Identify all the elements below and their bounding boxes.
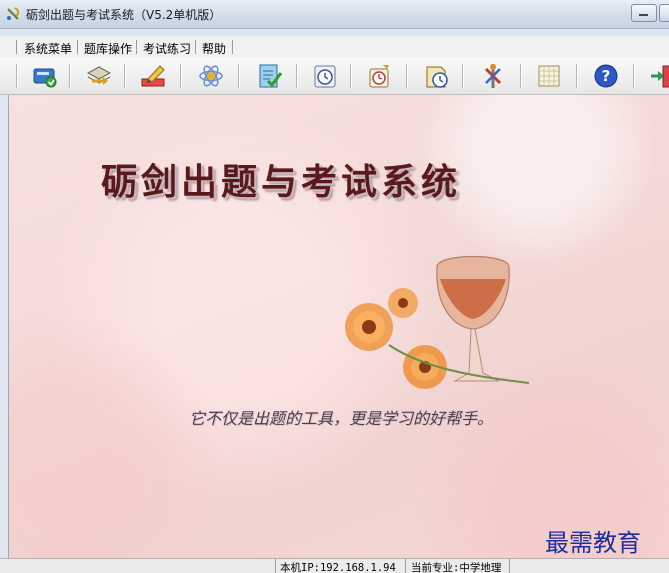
title-bar[interactable]: 砺剑出题与考试系统（V5.2单机版） [0, 0, 669, 29]
status-divider [275, 559, 276, 573]
menu-bar: 系统菜单 题库操作 考试练习 帮助 [0, 36, 669, 59]
toolbar-separator [633, 64, 635, 88]
edit-pencil-icon [141, 65, 165, 87]
toolbar-button-exit[interactable] [645, 61, 669, 91]
alarm-clock-icon [369, 65, 389, 88]
menu-exam-practice[interactable]: 考试练习 [143, 40, 191, 57]
slogan-text: 它不仅是出题的工具，更是学习的好帮手。 [189, 409, 494, 428]
toolbar-separator [238, 64, 240, 88]
toolbar-separator [576, 64, 578, 88]
card-icon [33, 68, 57, 88]
atom-icon [199, 65, 223, 87]
toolbar-button-grid[interactable] [534, 61, 564, 91]
toolbar-button-checklist[interactable] [254, 61, 284, 91]
maximize-button[interactable] [659, 4, 669, 22]
checklist-icon [259, 64, 283, 88]
help-icon: ? [594, 64, 618, 88]
status-divider [405, 559, 406, 573]
menu-grip [16, 40, 20, 54]
menu-separator [77, 40, 78, 54]
toolbar-button-history[interactable] [421, 61, 451, 91]
watermark-text: 最需教育 [545, 529, 641, 557]
app-logo-icon [7, 7, 20, 20]
menu-separator [136, 40, 137, 54]
toolbar-grip [16, 64, 18, 88]
toolbar-separator [520, 64, 522, 88]
menu-system[interactable]: 系统菜单 [24, 40, 72, 57]
toolbar-separator [180, 64, 182, 88]
status-ip: 本机IP:192.168.1.94 [280, 562, 396, 573]
toolbar-separator [124, 64, 126, 88]
toolbar-separator [296, 64, 298, 88]
status-major: 当前专业:中学地理 [411, 562, 502, 573]
minimize-button[interactable] [631, 4, 657, 22]
toolbar-button-tools[interactable] [478, 61, 508, 91]
tools-icon [484, 64, 502, 88]
toolbar-button-atom[interactable] [196, 61, 226, 91]
grid-sheet-icon [538, 65, 560, 87]
toolbar: ? [0, 58, 669, 95]
menu-help[interactable]: 帮助 [202, 40, 226, 57]
toolbar-separator [462, 64, 464, 88]
wine-glass-flowers-illustration [345, 255, 530, 389]
toolbar-button-edit[interactable] [138, 61, 168, 91]
toolbar-separator [69, 64, 71, 88]
welcome-panel: 砺剑出题与考试系统 它不仅是出题的工具，更是学习的好帮手。 [8, 95, 669, 558]
menu-separator [232, 40, 233, 54]
menu-separator [195, 40, 196, 54]
minimize-icon [639, 14, 648, 16]
toolbar-button-alarm[interactable] [365, 61, 395, 91]
toolbar-separator [406, 64, 408, 88]
status-bar: 本机IP:192.168.1.94 当前专业:中学地理 [0, 558, 669, 573]
menu-question-bank[interactable]: 题库操作 [84, 40, 132, 57]
toolbar-button-transfer[interactable] [84, 61, 114, 91]
window-controls [629, 4, 669, 22]
clock-page-icon [314, 65, 336, 88]
toolbar-separator [350, 64, 352, 88]
app-window: 砺剑出题与考试系统（V5.2单机版） 系统菜单 题库操作 考试练习 帮助 ? 砺… [0, 0, 669, 573]
toolbar-button-card[interactable] [30, 61, 60, 91]
exit-door-icon [651, 65, 669, 88]
banner-title: 砺剑出题与考试系统 [101, 161, 462, 203]
toolbar-button-timed-paper[interactable] [310, 61, 340, 91]
status-divider [509, 559, 510, 573]
stack-transfer-icon [86, 66, 112, 85]
svg-text:?: ? [602, 67, 611, 85]
window-title: 砺剑出题与考试系统（V5.2单机版） [26, 8, 222, 22]
history-clock-icon [426, 66, 448, 88]
toolbar-button-help[interactable]: ? [591, 61, 621, 91]
